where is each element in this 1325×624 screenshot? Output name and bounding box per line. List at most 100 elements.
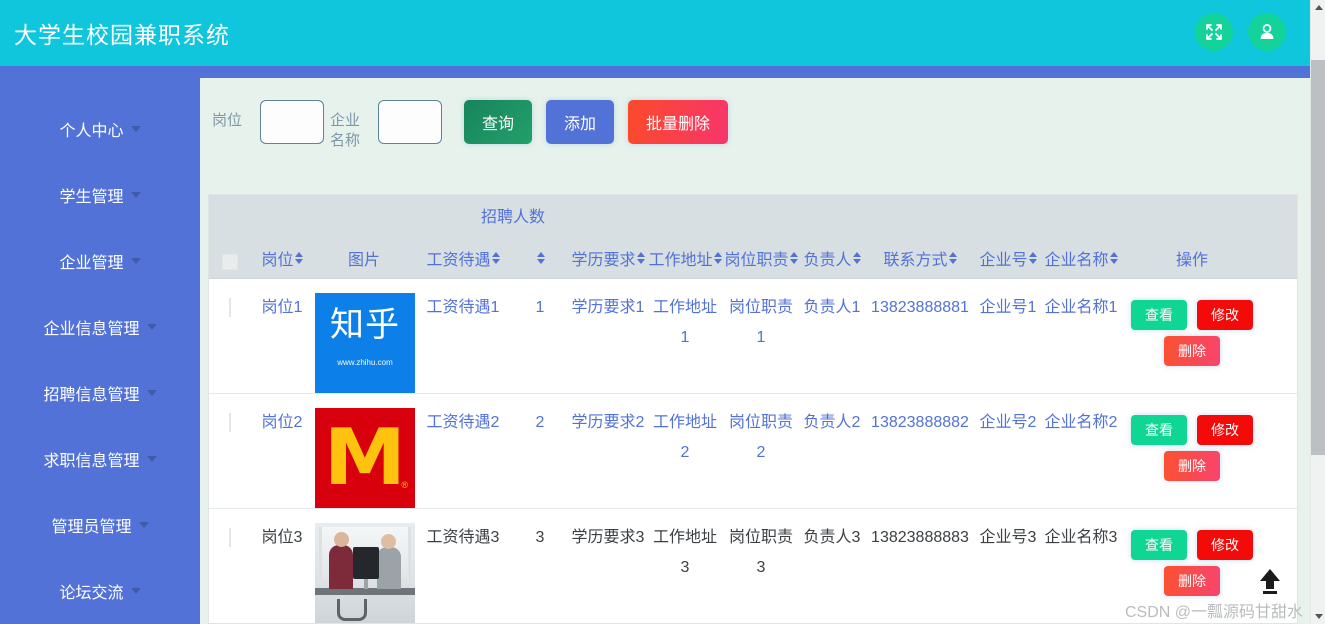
header-select-all[interactable] [209,246,251,270]
sidebar-item-label: 学生管理 [59,189,124,206]
sort-icon[interactable] [491,252,500,264]
edit-button[interactable]: 修改 [1197,300,1253,330]
sort-icon[interactable] [852,252,861,264]
cell-post: 岗位1 [261,299,303,316]
sort-icon[interactable] [948,252,957,264]
cell-phone: 13823888881 [871,299,969,316]
scroll-down-button[interactable] [1311,609,1325,624]
header-owner[interactable]: 负责人 [799,246,865,270]
chevron-down-icon [130,258,141,264]
cell-image [313,519,415,623]
sidebar-item-admin-management[interactable]: 管理员管理 [0,492,200,558]
edit-button[interactable]: 修改 [1197,415,1253,445]
sidebar: 个人中心 学生管理 企业管理 企业信息管理 招聘信息管理 求职信息管理 管理员管… [0,78,200,624]
table-row: 岗位1 知乎 www.zhihu.com 工资待遇1 1 学历要求1 工作地址1… [209,279,1297,394]
header-overflow-recruit-count: 招聘人数 [481,209,546,226]
sort-icon[interactable] [636,252,645,264]
row-select-cell[interactable] [209,519,251,553]
chevron-down-icon [146,390,157,396]
sort-icon[interactable] [536,252,545,264]
cell-operations: 查看 修改 删除 [1121,404,1263,484]
header-actions [1195,13,1286,51]
view-button[interactable]: 查看 [1131,415,1187,445]
delete-button[interactable]: 删除 [1164,451,1220,481]
sidebar-item-label: 求职信息管理 [43,453,140,470]
header-post[interactable]: 岗位 [251,246,313,270]
sidebar-item-student-management[interactable]: 学生管理 [0,162,200,228]
sidebar-item-recruitment-info-management[interactable]: 招聘信息管理 [0,360,200,426]
cell-address: 工作地址2 [652,414,717,461]
cell-company-no: 企业号1 [979,299,1037,316]
row-checkbox[interactable] [229,413,231,432]
cell-operations: 查看 修改 删除 [1121,519,1263,599]
cell-duty: 岗位职责2 [728,414,793,461]
row-checkbox[interactable] [229,528,231,547]
cell-education: 学历要求1 [571,299,645,316]
main-content: 岗位 企业名称 查询 添加 批量删除 招聘人数 岗位 图片 工资待遇 学历要求 … [200,78,1310,624]
cell-image: M ® [313,404,415,508]
sidebar-item-label: 个人中心 [59,123,124,140]
select-all-checkbox[interactable] [222,254,238,270]
sidebar-item-personal-center[interactable]: 个人中心 [0,96,200,162]
mcdonalds-logo-image[interactable]: M ® [315,408,415,508]
cell-salary: 工资待遇2 [426,414,500,431]
zhihu-logo-image[interactable]: 知乎 www.zhihu.com [315,293,415,393]
back-to-top-button[interactable] [1247,560,1293,606]
batch-delete-button[interactable]: 批量删除 [628,100,729,144]
header-duty[interactable]: 岗位职责 [723,246,799,270]
scroll-up-button[interactable] [1311,0,1325,15]
fullscreen-button[interactable] [1195,13,1233,51]
edit-button[interactable]: 修改 [1197,530,1253,560]
company-field-label: 企业名称 [330,112,361,149]
chevron-down-icon [146,456,157,462]
query-button[interactable]: 查询 [464,100,533,144]
cell-duty: 岗位职责1 [728,299,793,346]
row-checkbox[interactable] [229,298,231,317]
delete-button[interactable]: 删除 [1164,566,1220,596]
cell-post: 岗位3 [261,529,303,546]
header-company-no[interactable]: 企业号 [975,246,1041,270]
registered-mark-icon: ® [401,480,408,490]
sort-icon[interactable] [294,252,303,264]
vertical-scrollbar[interactable] [1310,0,1325,624]
view-button[interactable]: 查看 [1131,300,1187,330]
app-header: 大学生校园兼职系统 [0,0,1310,66]
company-search-input[interactable] [378,100,442,144]
sidebar-item-job-seeking-info-management[interactable]: 求职信息管理 [0,426,200,492]
sort-icon[interactable] [713,252,722,264]
add-button[interactable]: 添加 [546,100,615,144]
cell-company-no: 企业号3 [979,529,1037,546]
cell-salary: 工资待遇3 [426,529,500,546]
zhihu-logo-text: 知乎 [330,305,400,345]
cell-owner: 负责人2 [803,414,861,431]
header-address[interactable]: 工作地址 [647,246,723,270]
post-search-input[interactable] [260,100,324,144]
delete-button[interactable]: 删除 [1164,336,1220,366]
cell-phone: 13823888882 [871,414,969,431]
header-recruit-count[interactable] [511,252,569,264]
header-phone[interactable]: 联系方式 [865,246,975,270]
table-row: 岗位2 M ® 工资待遇2 2 学历要求2 工作地址2 岗位职责2 负责人2 1… [209,394,1297,509]
office-interview-photo[interactable] [315,523,415,623]
user-icon [1257,22,1277,42]
view-button[interactable]: 查看 [1131,530,1187,560]
header-salary[interactable]: 工资待遇 [415,246,511,270]
chevron-down-icon [138,522,149,528]
sidebar-item-forum[interactable]: 论坛交流 [0,558,200,624]
user-menu-button[interactable] [1248,13,1286,51]
header-company-name[interactable]: 企业名称 [1041,246,1121,270]
sort-icon[interactable] [789,252,798,264]
cell-salary: 工资待遇1 [426,299,500,316]
cell-education: 学历要求3 [571,529,645,546]
header-operations: 操作 [1175,252,1208,269]
sort-icon[interactable] [1028,252,1037,264]
header-education[interactable]: 学历要求 [569,246,647,270]
row-select-cell[interactable] [209,404,251,438]
scrollbar-thumb[interactable] [1311,60,1325,455]
row-select-cell[interactable] [209,289,251,323]
sidebar-item-company-info-management[interactable]: 企业信息管理 [0,294,200,360]
sidebar-item-company-management[interactable]: 企业管理 [0,228,200,294]
sort-icon[interactable] [1109,252,1118,264]
cell-recruit-count: 1 [535,299,545,316]
arrow-up-icon [1253,564,1287,603]
